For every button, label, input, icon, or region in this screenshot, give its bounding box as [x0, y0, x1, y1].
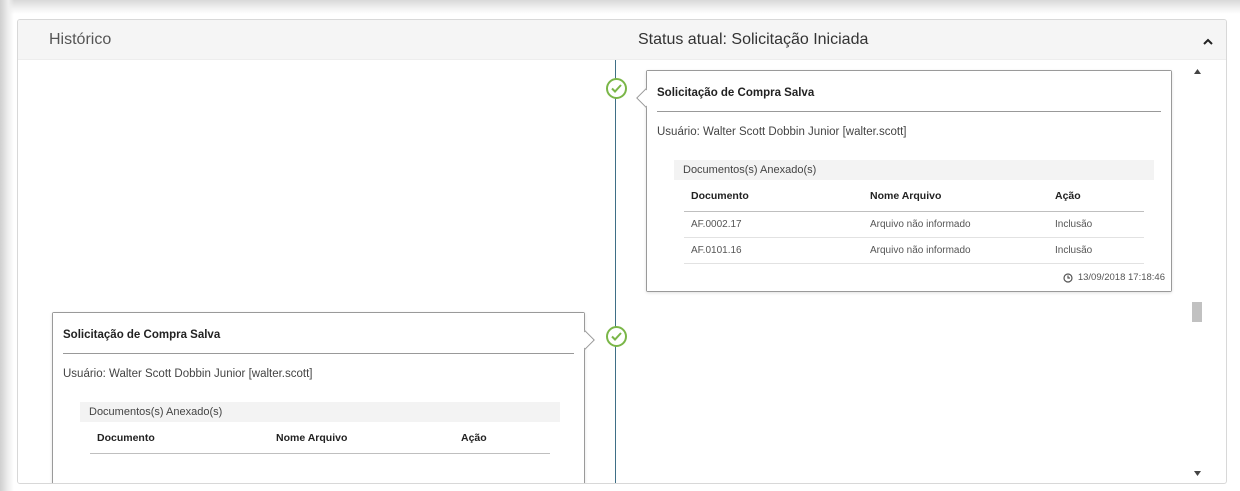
scroll-down-button[interactable]: [1190, 466, 1205, 481]
timeline-card: Solicitação de Compra Salva Usuário: Wal…: [52, 312, 595, 483]
history-panel: Histórico Status atual: Solicitação Inic…: [17, 19, 1227, 484]
panel-header: Histórico Status atual: Solicitação Inic…: [18, 20, 1226, 60]
collapse-button[interactable]: [1197, 30, 1219, 52]
card-user: Usuário: Walter Scott Dobbin Junior [wal…: [63, 368, 313, 380]
timestamp-text: 13/09/2018 17:18:46: [1077, 272, 1165, 283]
attached-docs: Documentos(s) Anexado(s) Documento Nome …: [80, 402, 560, 482]
table-cell: Inclusão: [1055, 245, 1093, 256]
column-header: Documento: [691, 189, 749, 202]
scroll-thumb[interactable]: [1192, 302, 1202, 322]
chevron-up-icon: [1203, 38, 1213, 45]
timeline-line: [615, 60, 616, 483]
scrollbar[interactable]: [1190, 60, 1205, 483]
card-title: Solicitação de Compra Salva: [657, 87, 815, 99]
column-header: Documento: [97, 431, 155, 444]
column-header: Nome Arquivo: [870, 189, 942, 202]
triangle-down-icon: [1194, 471, 1201, 476]
top-shadow: [0, 0, 1240, 14]
check-circle-icon: [606, 78, 627, 99]
docs-table: Documento Nome Arquivo Ação: [80, 422, 560, 454]
table-cell: Arquivo não informado: [870, 245, 971, 256]
column-header: Ação: [1055, 189, 1081, 202]
column-header: Nome Arquivo: [276, 431, 348, 444]
clock-icon: [1063, 272, 1073, 283]
current-status: Status atual: Solicitação Iniciada: [638, 31, 869, 48]
docs-table: Documento Nome Arquivo Ação AF.0002.17 A…: [674, 180, 1154, 264]
card-timestamp: 13/09/2018 17:18:46: [1063, 272, 1165, 283]
table-cell: Arquivo não informado: [870, 219, 971, 230]
table-header: Documento Nome Arquivo Ação: [684, 180, 1144, 212]
docs-title: Documentos(s) Anexado(s): [80, 402, 560, 422]
left-shadow: [0, 0, 14, 491]
table-header: Documento Nome Arquivo Ação: [90, 422, 550, 454]
card-title: Solicitação de Compra Salva: [63, 329, 221, 341]
table-cell: AF.0002.17: [691, 219, 742, 230]
docs-title: Documentos(s) Anexado(s): [674, 160, 1154, 180]
triangle-up-icon: [1194, 69, 1201, 74]
table-cell: AF.0101.16: [691, 245, 742, 256]
table-cell: Inclusão: [1055, 219, 1093, 230]
timeline-area[interactable]: Solicitação de Compra Salva Usuário: Wal…: [18, 60, 1190, 483]
timeline-card: Solicitação de Compra Salva Usuário: Wal…: [636, 70, 1172, 292]
table-row: AF.0002.17 Arquivo não informado Inclusã…: [684, 212, 1144, 238]
history-title: Histórico: [49, 31, 112, 48]
column-header: Ação: [461, 431, 487, 444]
scroll-up-button[interactable]: [1190, 64, 1205, 79]
attached-docs: Documentos(s) Anexado(s) Documento Nome …: [674, 160, 1154, 268]
table-row: AF.0101.16 Arquivo não informado Inclusã…: [684, 238, 1144, 264]
card-user: Usuário: Walter Scott Dobbin Junior [wal…: [657, 126, 907, 138]
check-circle-icon: [606, 326, 627, 347]
